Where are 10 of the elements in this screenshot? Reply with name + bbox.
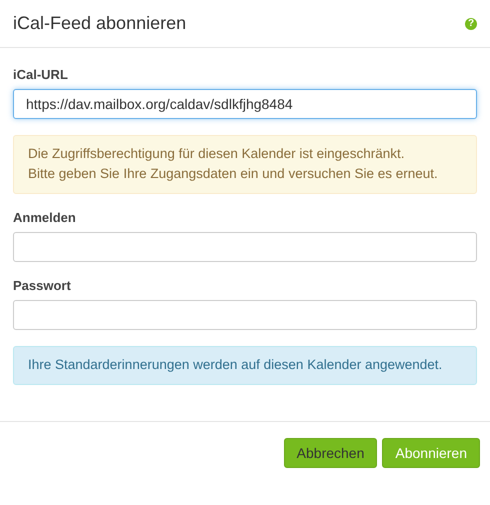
input-field[interactable]: [13, 300, 477, 330]
cancel-button[interactable]: Abbrechen: [284, 438, 378, 468]
field-label: iCal-URL: [13, 67, 69, 82]
info-alert: Ihre Standarderinnerungen werden auf diesen Kalender angewendet.: [13, 346, 477, 385]
field-label: Anmelden: [13, 210, 77, 225]
dialog-title: iCal-Feed abonnieren: [13, 13, 186, 34]
field-label: Passwort: [13, 278, 72, 293]
input-field[interactable]: https://dav.mailbox.org/caldav/sdlkfjhg8484: [13, 89, 477, 119]
warning-alert: Die Zugriffsberechtigung für diesen Kalender ist eingeschränkt. Bitte geben Sie Ihre Zugangsdaten ein und versuchen Sie es erneut.: [13, 135, 477, 194]
input-field[interactable]: [13, 232, 477, 262]
